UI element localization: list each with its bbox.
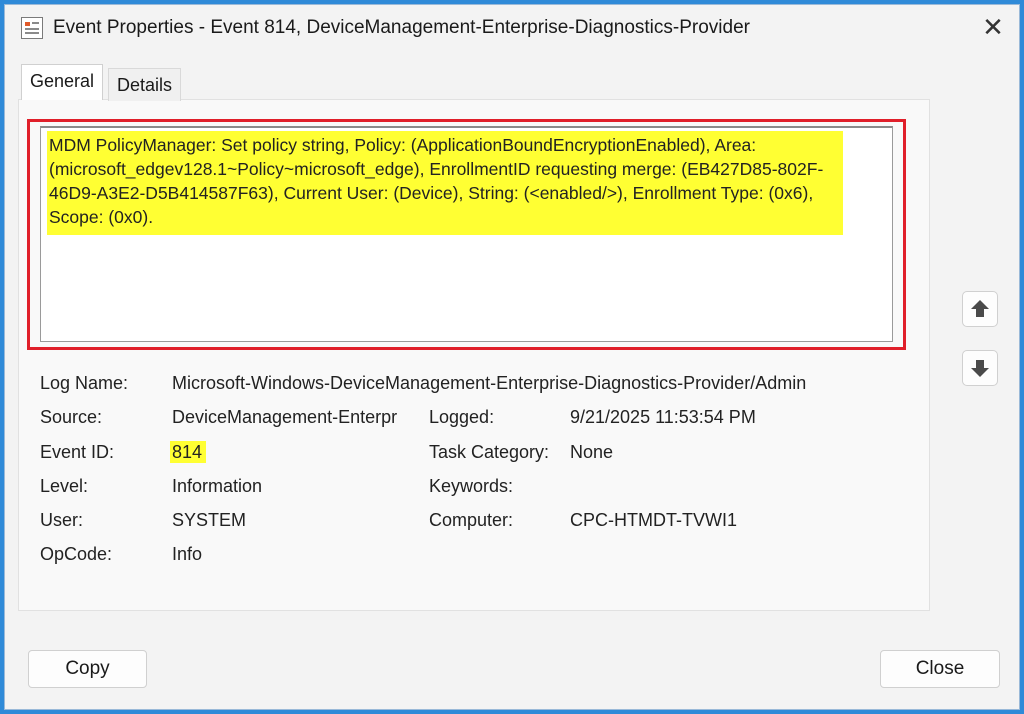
event-viewer-icon <box>21 17 43 39</box>
opcode-label: OpCode: <box>40 544 113 564</box>
previous-event-button[interactable] <box>962 291 998 327</box>
level-label: Level: <box>40 476 89 496</box>
task-category-label: Task Category: <box>429 442 550 462</box>
logged-label: Logged: <box>429 407 495 427</box>
task-category-value[interactable]: None <box>570 441 613 463</box>
title-bar: Event Properties - Event 814, DeviceMana… <box>5 5 1019 49</box>
computer-label: Computer: <box>429 510 514 530</box>
keywords-label: Keywords: <box>429 476 514 496</box>
opcode-value[interactable]: Info <box>172 543 202 565</box>
window-title: Event Properties - Event 814, DeviceMana… <box>53 17 750 38</box>
tab-details[interactable]: Details <box>108 68 182 101</box>
description-highlight-outline <box>27 119 906 350</box>
close-button[interactable]: Close <box>880 650 1000 688</box>
event-id-label: Event ID: <box>40 442 115 462</box>
source-value[interactable]: DeviceManagement-Enterpr <box>172 406 414 428</box>
next-event-button[interactable] <box>962 350 998 386</box>
arrow-down-icon <box>971 360 989 377</box>
close-icon[interactable]: ✕ <box>977 11 1009 43</box>
event-id-value[interactable]: 814 <box>170 441 207 463</box>
log-name-value[interactable]: Microsoft-Windows-DeviceManagement-Enter… <box>172 372 806 394</box>
user-value[interactable]: SYSTEM <box>172 509 246 531</box>
log-name-label: Log Name: <box>40 373 129 393</box>
user-label: User: <box>40 510 84 530</box>
tab-general[interactable]: General <box>21 64 104 100</box>
logged-value[interactable]: 9/21/2025 11:53:54 PM <box>570 406 756 428</box>
source-label: Source: <box>40 407 103 427</box>
copy-button[interactable]: Copy <box>28 650 147 688</box>
arrow-up-icon <box>971 300 989 317</box>
computer-value[interactable]: CPC-HTMDT-TVWI1 <box>570 509 737 531</box>
level-value[interactable]: Information <box>172 475 262 497</box>
